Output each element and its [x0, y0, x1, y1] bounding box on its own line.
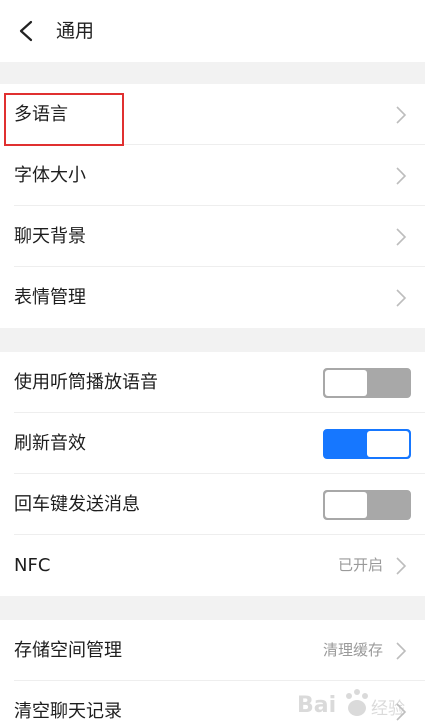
- chevron-right-icon: [396, 642, 407, 660]
- settings-item-label: 表情管理: [14, 287, 86, 308]
- toggle-knob: [325, 370, 367, 396]
- chevron-right-icon: [396, 228, 407, 246]
- section-gap: [0, 596, 425, 620]
- toggle-knob: [367, 431, 409, 457]
- settings-item-label: 存储空间管理: [14, 640, 122, 661]
- chevron-right-icon: [396, 289, 407, 307]
- back-button[interactable]: [8, 12, 44, 50]
- earpiece-playback-toggle[interactable]: [323, 368, 411, 398]
- settings-item-label: 回车键发送消息: [14, 494, 140, 515]
- settings-item-storage-management[interactable]: 存储空间管理 清理缓存: [0, 620, 425, 681]
- chevron-right-icon: [396, 106, 407, 124]
- section-gap: [0, 62, 425, 84]
- settings-item-enter-to-send: 回车键发送消息: [0, 474, 425, 535]
- chevron-right-icon: [396, 557, 407, 575]
- settings-item-label: 字体大小: [14, 165, 86, 186]
- settings-item-chat-background[interactable]: 聊天背景: [0, 206, 425, 267]
- settings-item-refresh-sound: 刷新音效: [0, 413, 425, 474]
- settings-item-font-size[interactable]: 字体大小: [0, 145, 425, 206]
- refresh-sound-toggle[interactable]: [323, 429, 411, 459]
- settings-item-label: 聊天背景: [14, 226, 86, 247]
- storage-hint-value: 清理缓存: [322, 641, 383, 659]
- settings-page: 通用 多语言 字体大小 聊天背景 表情管理 使用听筒播放语音 刷新音效 回车键发…: [0, 0, 425, 728]
- back-arrow-icon: [19, 20, 33, 42]
- chevron-right-icon: [396, 167, 407, 185]
- settings-item-label: 刷新音效: [14, 433, 86, 454]
- settings-item-emoji-management[interactable]: 表情管理: [0, 267, 425, 328]
- svg-text:Bai: Bai: [297, 693, 336, 718]
- highlight-box: [4, 93, 124, 146]
- page-title: 通用: [56, 20, 95, 42]
- enter-to-send-toggle[interactable]: [323, 490, 411, 520]
- svg-text:经验: 经验: [371, 699, 405, 719]
- settings-item-label: 清空聊天记录: [14, 701, 122, 722]
- header: 通用: [0, 0, 425, 62]
- baidu-watermark-logo: Bai 经验: [297, 689, 405, 719]
- settings-item-earpiece-playback: 使用听筒播放语音: [0, 352, 425, 413]
- settings-item-label: 使用听筒播放语音: [14, 372, 158, 393]
- settings-item-nfc[interactable]: NFC 已开启: [0, 535, 425, 596]
- section-gap: [0, 328, 425, 352]
- toggle-knob: [325, 492, 367, 518]
- nfc-status-value: 已开启: [337, 556, 383, 574]
- settings-item-label: NFC: [14, 555, 51, 576]
